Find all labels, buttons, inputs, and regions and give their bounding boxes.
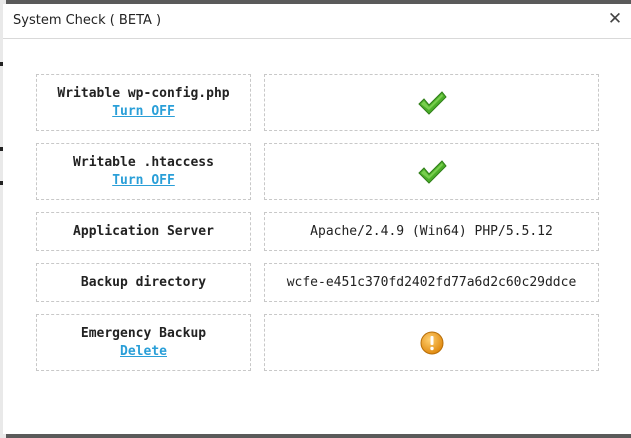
row-status-cell bbox=[264, 314, 599, 371]
emergency-backup-label: Emergency Backup bbox=[80, 325, 207, 341]
row-status-cell bbox=[264, 143, 599, 200]
system-check-dialog: System Check ( BETA ) ✕ Writable wp-conf… bbox=[3, 4, 631, 434]
application-server-value: Apache/2.4.9 (Win64) PHP/5.5.12 bbox=[310, 223, 553, 239]
row-value-cell: Apache/2.4.9 (Win64) PHP/5.5.12 bbox=[264, 212, 599, 251]
row-label-cell: Emergency Backup Delete bbox=[36, 314, 251, 371]
row-label-cell: Writable .htaccess Turn OFF bbox=[36, 143, 251, 200]
turn-off-wp-config-link[interactable]: Turn OFF bbox=[112, 103, 175, 121]
row-label-cell: Backup directory bbox=[36, 263, 251, 302]
row-value-cell: wcfe-e451c370fd2402fd77a6d2c60c29ddce bbox=[264, 263, 599, 302]
row-label-cell: Writable wp-config.php Turn OFF bbox=[36, 74, 251, 131]
warning-icon bbox=[420, 331, 444, 355]
row-status-cell bbox=[264, 74, 599, 131]
writable-htaccess-label: Writable .htaccess bbox=[73, 154, 214, 170]
backup-directory-label: Backup directory bbox=[80, 274, 207, 290]
writable-wp-config-label: Writable wp-config.php bbox=[57, 85, 230, 101]
check-icon bbox=[417, 90, 447, 116]
turn-off-htaccess-link[interactable]: Turn OFF bbox=[112, 172, 175, 190]
close-icon[interactable]: ✕ bbox=[605, 9, 625, 29]
backup-directory-value: wcfe-e451c370fd2402fd77a6d2c60c29ddce bbox=[286, 274, 577, 290]
application-server-label: Application Server bbox=[73, 223, 214, 239]
check-icon bbox=[417, 159, 447, 185]
delete-emergency-backup-link[interactable]: Delete bbox=[120, 343, 167, 361]
row-label-cell: Application Server bbox=[36, 212, 251, 251]
dialog-title: System Check ( BETA ) bbox=[13, 13, 162, 28]
dialog-titlebar: System Check ( BETA ) ✕ bbox=[3, 4, 631, 39]
